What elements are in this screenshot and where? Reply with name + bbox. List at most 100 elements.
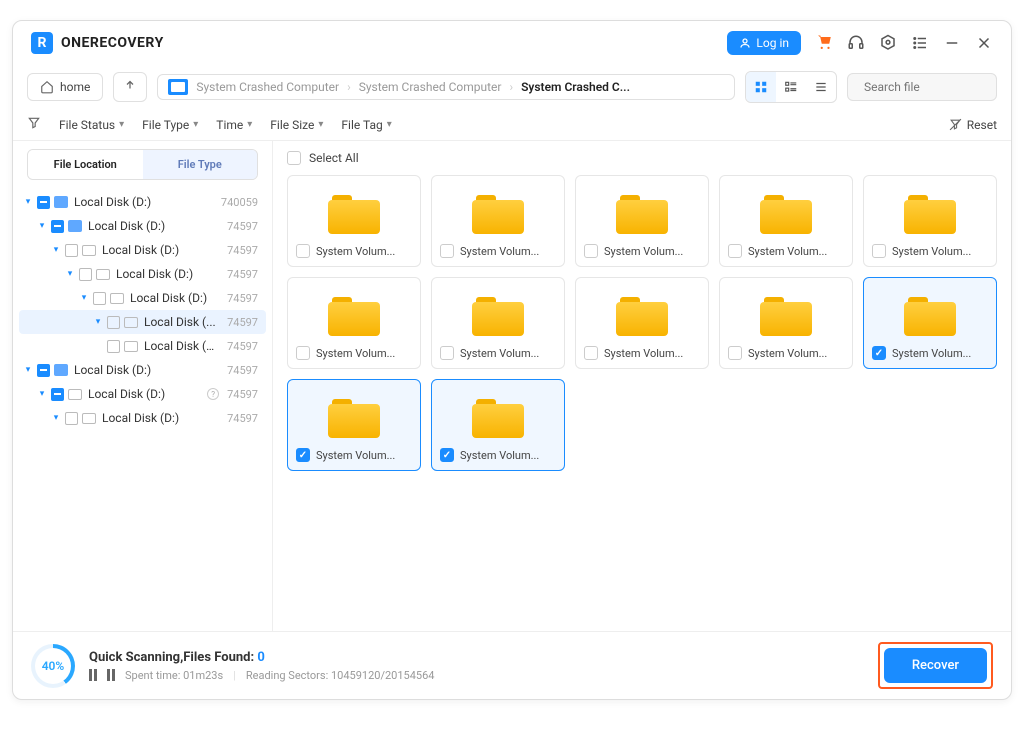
- tree-row[interactable]: ▾Local Disk (D:)74597: [19, 358, 266, 382]
- close-icon[interactable]: [975, 34, 993, 52]
- search-box[interactable]: [847, 73, 997, 101]
- select-all-row[interactable]: Select All: [287, 151, 997, 165]
- breadcrumb-seg-1[interactable]: System Crashed Computer: [359, 80, 502, 94]
- headset-icon[interactable]: [847, 34, 865, 52]
- breadcrumb-seg-0[interactable]: System Crashed Computer: [196, 80, 339, 94]
- card-label: System Volum...: [316, 245, 412, 258]
- tree-label: Local Disk (...: [144, 315, 219, 329]
- card-checkbox[interactable]: [584, 346, 598, 360]
- settings-hex-icon[interactable]: [879, 34, 897, 52]
- reading-sectors: Reading Sectors: 10459120/20154564: [246, 669, 435, 682]
- chevron-right-icon: ›: [509, 80, 513, 94]
- card-checkbox[interactable]: [872, 244, 886, 258]
- files-found-count: 0: [257, 650, 264, 665]
- tree-checkbox[interactable]: [65, 244, 78, 257]
- tab-file-type[interactable]: File Type: [143, 150, 258, 179]
- tab-file-location[interactable]: File Location: [28, 150, 143, 179]
- folder-card[interactable]: System Volum...: [431, 277, 565, 369]
- tree-checkbox[interactable]: [65, 412, 78, 425]
- folder-card[interactable]: System Volum...: [719, 277, 853, 369]
- tree-row[interactable]: ▾Local Disk (D:)74597: [19, 406, 266, 430]
- reset-button[interactable]: Reset: [949, 118, 997, 132]
- filter-tag[interactable]: File Tag▾: [341, 118, 391, 132]
- minimize-icon[interactable]: [943, 34, 961, 52]
- menu-list-icon[interactable]: [911, 34, 929, 52]
- folder-card[interactable]: System Volum...: [575, 277, 709, 369]
- caret-icon[interactable]: ▾: [65, 269, 75, 279]
- caret-icon[interactable]: ▾: [23, 365, 33, 375]
- search-input[interactable]: [864, 80, 1020, 94]
- card-checkbox[interactable]: [440, 244, 454, 258]
- view-detail-button[interactable]: [776, 72, 806, 102]
- filter-size[interactable]: File Size▾: [270, 118, 323, 132]
- view-switcher: [745, 71, 837, 103]
- caret-icon[interactable]: ▾: [51, 413, 61, 423]
- card-checkbox[interactable]: [872, 346, 886, 360]
- help-icon[interactable]: ?: [207, 388, 219, 400]
- pause-button[interactable]: [89, 669, 97, 681]
- breadcrumb-seg-2[interactable]: System Crashed C...: [521, 80, 630, 94]
- card-checkbox[interactable]: [440, 448, 454, 462]
- tree-checkbox[interactable]: [107, 340, 120, 353]
- tree-checkbox[interactable]: [51, 388, 64, 401]
- location-tree: ▾Local Disk (D:)740059▾Local Disk (D:)74…: [19, 190, 266, 623]
- select-all-checkbox[interactable]: [287, 151, 301, 165]
- tree-checkbox[interactable]: [37, 196, 50, 209]
- tree-row[interactable]: ▾Local Disk (D:)?74597: [19, 382, 266, 406]
- view-grid-button[interactable]: [746, 72, 776, 102]
- folder-card[interactable]: System Volum...: [287, 277, 421, 369]
- folder-card[interactable]: System Volum...: [287, 379, 421, 471]
- caret-icon[interactable]: ▾: [23, 197, 33, 207]
- card-label: System Volum...: [460, 347, 556, 360]
- recover-button[interactable]: Recover: [884, 648, 987, 683]
- home-button[interactable]: home: [27, 73, 103, 101]
- tree-checkbox[interactable]: [107, 316, 120, 329]
- card-checkbox[interactable]: [584, 244, 598, 258]
- filter-time[interactable]: Time▾: [216, 118, 252, 132]
- card-checkbox[interactable]: [296, 448, 310, 462]
- tree-row[interactable]: ▾Local Disk (D:)74597: [19, 262, 266, 286]
- tree-label: Local Disk (D:): [130, 291, 219, 305]
- folder-grid: System Volum...System Volum...System Vol…: [287, 175, 997, 471]
- caret-icon[interactable]: ▾: [93, 317, 103, 327]
- up-button[interactable]: [113, 72, 147, 102]
- tree-row[interactable]: ▾Local Disk (D:)740059: [19, 190, 266, 214]
- folder-card[interactable]: System Volum...: [863, 175, 997, 267]
- tree-checkbox[interactable]: [51, 220, 64, 233]
- spent-time: Spent time: 01m23s: [125, 669, 223, 682]
- card-checkbox[interactable]: [728, 244, 742, 258]
- cart-icon[interactable]: [815, 34, 833, 52]
- card-checkbox[interactable]: [440, 346, 454, 360]
- login-button[interactable]: Log in: [727, 31, 801, 55]
- tree-checkbox[interactable]: [93, 292, 106, 305]
- tree-row[interactable]: ▾Local Disk (D:)74597: [19, 214, 266, 238]
- filter-status[interactable]: File Status▾: [59, 118, 124, 132]
- card-checkbox[interactable]: [728, 346, 742, 360]
- filter-icon[interactable]: [27, 115, 41, 134]
- folder-card[interactable]: System Volum...: [719, 175, 853, 267]
- recover-highlight: Recover: [878, 642, 993, 689]
- folder-icon: [616, 192, 668, 234]
- folder-icon: [904, 294, 956, 336]
- tree-row[interactable]: ▾Local Disk (D:)74597: [19, 238, 266, 262]
- stop-button[interactable]: [107, 669, 115, 681]
- caret-icon[interactable]: ▾: [37, 389, 47, 399]
- filter-type[interactable]: File Type▾: [142, 118, 198, 132]
- caret-icon[interactable]: ▾: [79, 293, 89, 303]
- tree-row[interactable]: Local Disk (D:)74597: [19, 334, 266, 358]
- tree-checkbox[interactable]: [79, 268, 92, 281]
- folder-card[interactable]: System Volum...: [431, 379, 565, 471]
- tree-row[interactable]: ▾Local Disk (D:)74597: [19, 286, 266, 310]
- tree-row[interactable]: ▾Local Disk (...74597: [19, 310, 266, 334]
- folder-card[interactable]: System Volum...: [575, 175, 709, 267]
- caret-icon[interactable]: ▾: [37, 221, 47, 231]
- card-checkbox[interactable]: [296, 244, 310, 258]
- main-area: File Location File Type ▾Local Disk (D:)…: [13, 141, 1011, 631]
- folder-card[interactable]: System Volum...: [287, 175, 421, 267]
- caret-icon[interactable]: ▾: [51, 245, 61, 255]
- tree-checkbox[interactable]: [37, 364, 50, 377]
- card-checkbox[interactable]: [296, 346, 310, 360]
- folder-card[interactable]: System Volum...: [863, 277, 997, 369]
- folder-card[interactable]: System Volum...: [431, 175, 565, 267]
- view-list-button[interactable]: [806, 72, 836, 102]
